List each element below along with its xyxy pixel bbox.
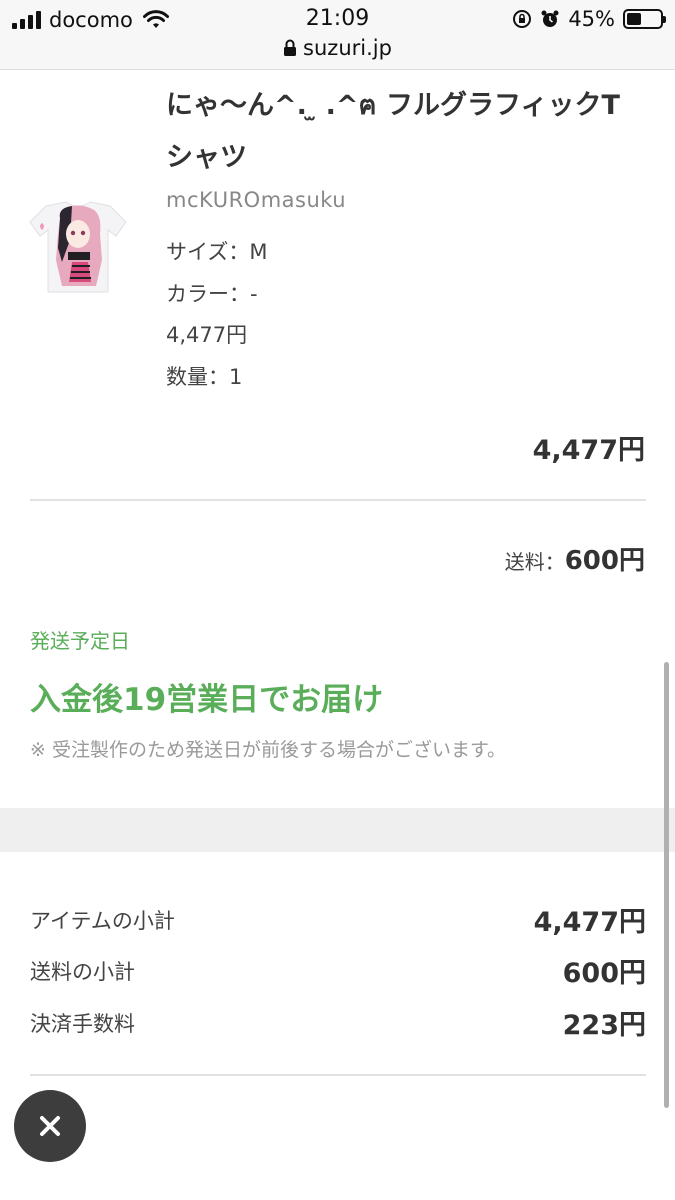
shipping-fee-value: 600円 [564,546,645,576]
product-thumbnail[interactable] [28,200,128,296]
divider [30,499,646,501]
summary-value: 600円 [562,958,646,989]
url-bar[interactable]: suzuri.jp [0,36,675,60]
alarm-icon [541,10,559,27]
section-separator [0,808,675,852]
shipping-date-value: 入金後19営業日でお届け [30,682,384,718]
summary-row-payment-fee: 決済手数料 223円 [30,1003,646,1042]
product-title[interactable]: にゃ〜ん^. ̫ .^ฅ フルグラフィックT シャツ [166,80,626,184]
summary-label: 決済手数料 [30,1011,135,1036]
shipping-date-label: 発送予定日 [30,629,130,653]
scrollbar[interactable] [664,662,669,1108]
status-right: 45% [512,7,666,31]
shipping-fee-label: 送料： [504,550,565,574]
product-title-line1: にゃ〜ん^. ̫ .^ฅ フルグラフィックT [166,90,620,121]
divider [30,1074,646,1076]
summary-label: 送料の小計 [30,959,135,984]
shop-name[interactable]: mcKUROmasuku [166,188,346,212]
product-size: サイズ：M [166,240,268,264]
close-button[interactable] [14,1090,86,1162]
close-icon [40,1116,60,1136]
url-text: suzuri.jp [303,36,392,60]
shipping-fee: 送料： 600円 [505,540,645,577]
orientation-lock-icon [513,10,532,28]
summary-value: 4,477円 [533,907,646,938]
shipping-note: ※ 受注製作のため発送日が前後する場合がございます。 [30,739,507,761]
product-quantity: 数量：1 [166,365,243,389]
summary-row-shipping: 送料の小計 600円 [30,951,646,990]
item-line-total: 4,477円 [532,435,645,466]
status-bar: docomo 21:09 45% suzuri.jp [0,0,675,70]
summary-label: アイテムの小計 [30,908,175,933]
summary-value: 223円 [562,1010,646,1041]
product-title-line2: シャツ [166,142,247,173]
battery-percent: 45% [568,7,615,31]
summary-row-items: アイテムの小計 4,477円 [30,900,646,939]
lock-icon [284,39,297,56]
product-color: カラー：- [166,282,258,306]
product-unit-price: 4,477円 [166,323,248,347]
battery-icon [623,9,666,29]
